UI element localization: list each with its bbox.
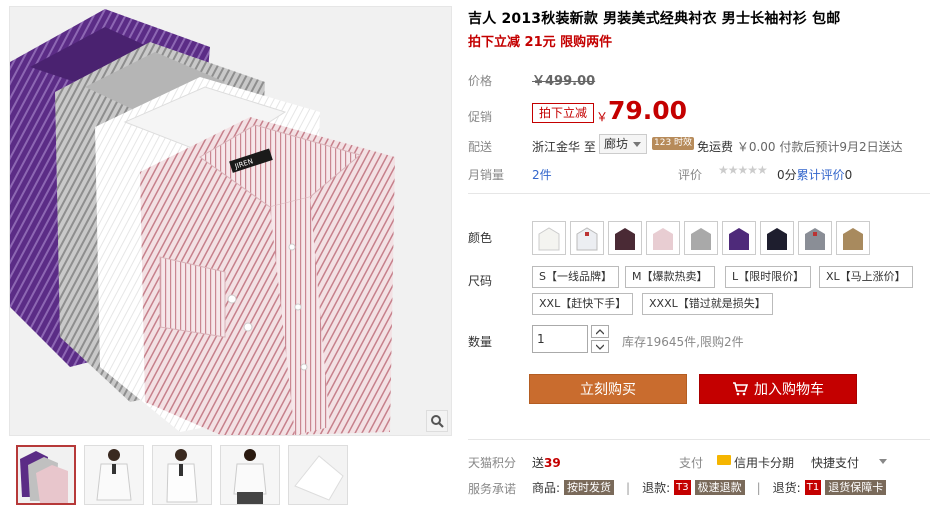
chevron-down-icon (633, 142, 642, 147)
thumbnail-strip (16, 445, 348, 505)
chevron-down-icon[interactable] (879, 459, 887, 464)
color-swatch-purple[interactable] (722, 221, 756, 255)
promo-price: 79.00 (608, 96, 688, 125)
cart-icon (733, 382, 748, 396)
thumbnail-model-side (153, 446, 211, 504)
points-value: 送39 (532, 454, 561, 471)
chevron-up-icon (596, 328, 604, 334)
rating-label: 评价 (678, 168, 703, 182)
rating-score: 0分 (777, 168, 797, 182)
rating-summary: 0分累计评价0 (777, 166, 852, 183)
currency-symbol: ￥ (596, 110, 609, 124)
credit-card-installment[interactable]: 信用卡分期 (734, 454, 794, 471)
return-label: 退货: (772, 481, 801, 495)
destination-select[interactable]: 廊坊 (599, 134, 648, 154)
ship-from: 浙江金华 至 (532, 140, 596, 154)
shipping-fee: ￥0.00 (736, 140, 776, 154)
monthly-sales-value: 2件 (532, 168, 552, 182)
return-guarantee-tag[interactable]: 退货保障卡 (825, 480, 887, 495)
credit-card-icon (717, 455, 731, 465)
destination-value: 廊坊 (604, 137, 629, 151)
review-link[interactable]: 累计评价 (797, 168, 845, 182)
color-swatch-white-stripe[interactable] (570, 221, 604, 255)
stock-info: 库存19645件,限购2件 (622, 335, 744, 349)
quantity-decrease-button[interactable] (591, 340, 609, 353)
size-option-xxl[interactable]: XXL【赶快下手】 (532, 293, 634, 315)
original-price-value: ￥499.00 (532, 74, 596, 89)
price-label: 价格 (468, 74, 493, 88)
color-swatches (532, 221, 870, 255)
main-product-image[interactable]: JIREN (9, 6, 452, 436)
thumbnail-fabric-detail (289, 446, 347, 504)
monthly-sales-label: 月销量 (468, 168, 505, 182)
add-to-cart-label: 加入购物车 (754, 382, 824, 398)
shipping-fee-info: 免运费 ￥0.00 付款后预计9月2日送达 (697, 138, 903, 155)
refund-label: 退款: (642, 481, 671, 495)
size-option-l[interactable]: L【限时限价】 (725, 266, 812, 288)
service-label: 服务承诺 (468, 482, 517, 496)
shipping-label: 配送 (468, 140, 493, 154)
zoom-button[interactable] (426, 410, 448, 432)
quantity-increase-button[interactable] (591, 325, 609, 338)
color-swatch-pink[interactable] (646, 221, 680, 255)
color-label: 颜色 (468, 231, 493, 245)
size-option-s[interactable]: S【一线品牌】 (532, 266, 619, 288)
rating-stars: ★★★★★ (718, 163, 768, 177)
review-count: 0 (844, 168, 853, 182)
delivery-eta: 付款后预计9月2日送达 (779, 140, 903, 154)
size-label: 尺码 (468, 274, 493, 288)
color-swatch-gray[interactable] (684, 221, 718, 255)
thumbnail-shirt-stack (18, 447, 74, 503)
fast-refund-tag[interactable]: 极速退款 (694, 480, 745, 495)
magnifier-icon (431, 415, 444, 428)
thumbnail-model-back (221, 446, 279, 504)
buy-now-button[interactable]: 立刻购买 (529, 374, 687, 404)
pay-label: 支付 (679, 456, 704, 470)
size-option-xl[interactable]: XL【马上涨价】 (819, 266, 913, 288)
product-subtitle: 拍下立减 21元 限购两件 (468, 35, 613, 50)
quantity-input[interactable] (532, 325, 588, 353)
product-title: 吉人 2013秋装新款 男装美式经典衬衣 男士长袖衬衫 包邮 (468, 11, 841, 27)
add-to-cart-button[interactable]: 加入购物车 (699, 374, 857, 404)
quick-pay[interactable]: 快捷支付 (811, 454, 859, 471)
color-swatch-burgundy[interactable] (608, 221, 642, 255)
chevron-down-icon (596, 344, 604, 350)
separator: | (626, 480, 631, 495)
goods-label: 商品: (532, 481, 561, 495)
thumbnail-2[interactable] (84, 445, 144, 505)
section-divider (468, 193, 930, 194)
promo-tag: 拍下立减 (532, 103, 595, 123)
quantity-label: 数量 (468, 335, 493, 349)
service-promises: 商品: 按时发货 | 退款: T3 极速退款 | 退货: T1 退货保障卡 (532, 479, 887, 496)
thumbnail-3[interactable] (152, 445, 212, 505)
section-divider (468, 439, 930, 440)
separator: | (756, 480, 761, 495)
color-swatch-gray-stripe[interactable] (798, 221, 832, 255)
thumbnail-5[interactable] (288, 445, 348, 505)
size-option-xxxl[interactable]: XXXL【错过就是损失】 (642, 293, 773, 315)
shirt-stack-illustration: JIREN (10, 7, 451, 435)
color-swatch-white[interactable] (532, 221, 566, 255)
delivery-time-badge: 123 时效 (652, 137, 695, 150)
thumbnail-1[interactable] (16, 445, 76, 505)
color-swatch-navy[interactable] (760, 221, 794, 255)
thumbnail-model-front (85, 446, 143, 504)
free-shipping-label: 免运费 (697, 140, 734, 154)
color-swatch-khaki[interactable] (836, 221, 870, 255)
on-time-shipping-tag[interactable]: 按时发货 (564, 480, 615, 495)
points-number: 39 (544, 456, 561, 470)
thumbnail-4[interactable] (220, 445, 280, 505)
original-price: ￥499.00 (532, 70, 595, 89)
points-label: 天猫积分 (468, 456, 517, 470)
return-code-badge: T1 (804, 480, 822, 495)
promo-label: 促销 (468, 110, 493, 124)
size-option-m[interactable]: M【爆款热卖】 (625, 266, 715, 288)
refund-code-badge: T3 (674, 480, 691, 495)
points-prefix: 送 (532, 456, 545, 470)
